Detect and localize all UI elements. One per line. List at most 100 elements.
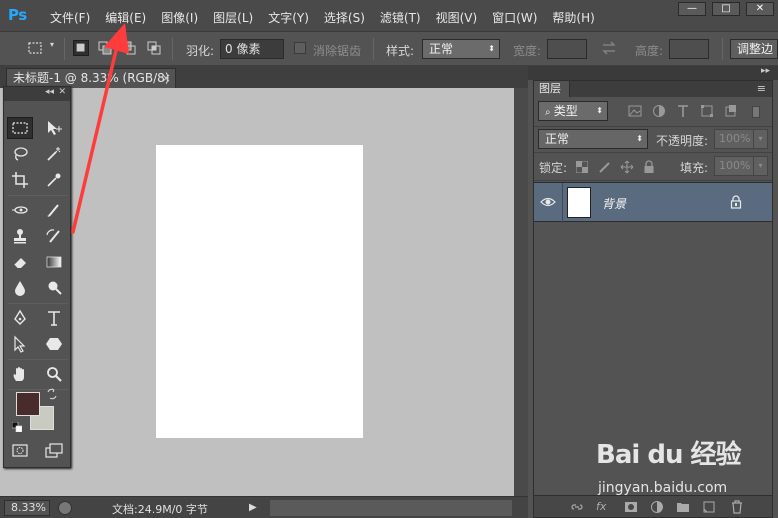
feather-input[interactable]: 0 像素 xyxy=(220,39,284,59)
maximize-button[interactable]: □ xyxy=(712,2,740,16)
layer-name[interactable]: 背景 xyxy=(602,195,626,212)
close-icon[interactable]: ✕ xyxy=(58,87,66,97)
brush-tool[interactable] xyxy=(41,199,67,221)
lock-all-icon[interactable] xyxy=(643,160,655,174)
lasso-tool[interactable] xyxy=(7,143,33,165)
hexagon-shape-icon xyxy=(46,338,62,350)
panel-menu-icon[interactable]: ≡ xyxy=(757,81,766,97)
menu-type[interactable]: 文字(Y) xyxy=(268,9,309,26)
blur-tool[interactable] xyxy=(7,277,33,299)
antialias-checkbox[interactable] xyxy=(294,42,306,54)
style-select[interactable]: 正常 ⬍ xyxy=(422,39,500,59)
foreground-color-swatch[interactable] xyxy=(16,392,40,416)
menu-filter[interactable]: 滤镜(T) xyxy=(380,9,421,26)
move-tool[interactable] xyxy=(41,117,67,139)
swap-colors-icon[interactable] xyxy=(46,388,58,400)
layer-row-background[interactable]: 背景 xyxy=(534,182,772,223)
screen-mode-tool[interactable] xyxy=(41,440,67,462)
filter-toggle[interactable] xyxy=(752,106,760,118)
menu-layer[interactable]: 图层(L) xyxy=(213,9,253,26)
history-brush-tool[interactable] xyxy=(41,225,67,247)
link-layers-icon[interactable] xyxy=(570,500,584,514)
subtract-from-selection-icon[interactable] xyxy=(121,40,137,56)
clone-stamp-tool[interactable] xyxy=(7,225,33,247)
dodge-tool[interactable] xyxy=(41,277,67,299)
minimize-button[interactable]: — xyxy=(678,2,706,16)
tools-panel-header[interactable]: ◂◂ ✕ xyxy=(4,87,70,101)
filter-adjustment-icon[interactable] xyxy=(652,104,666,118)
zoom-level-field[interactable]: 8.33% xyxy=(4,500,50,516)
filter-kind-select[interactable]: ⌕ 类型 ⬍ xyxy=(538,101,608,121)
default-colors-icon[interactable] xyxy=(11,421,23,433)
width-input[interactable] xyxy=(547,39,587,59)
screen-mode-icon xyxy=(45,443,63,458)
menu-window[interactable]: 窗口(W) xyxy=(492,9,537,26)
eyedropper-tool[interactable] xyxy=(41,169,67,191)
status-menu-arrow[interactable]: ▶ xyxy=(249,500,263,516)
watermark-url: jingyan.baidu.com xyxy=(598,480,728,496)
zoom-tool[interactable] xyxy=(41,363,67,385)
swap-dimensions-icon[interactable] xyxy=(601,40,617,56)
move-icon xyxy=(48,121,62,135)
menu-select[interactable]: 选择(S) xyxy=(324,9,365,26)
magic-wand-tool[interactable] xyxy=(41,143,67,165)
height-label: 高度: xyxy=(635,44,664,58)
lock-transparent-icon[interactable] xyxy=(575,160,589,174)
height-input[interactable] xyxy=(669,39,709,59)
filter-smart-object-icon[interactable] xyxy=(724,104,738,118)
marquee-tool-preset-icon[interactable] xyxy=(27,40,43,56)
layer-thumbnail[interactable] xyxy=(567,187,591,218)
divider xyxy=(722,38,723,60)
close-button[interactable]: ✕ xyxy=(746,2,774,16)
chevron-down-icon[interactable]: ▾ xyxy=(753,130,767,148)
opacity-input[interactable]: 100% ▾ xyxy=(714,129,768,149)
lasso-icon xyxy=(14,147,28,161)
vertical-scrollbar[interactable] xyxy=(514,88,528,496)
menu-help[interactable]: 帮助(H) xyxy=(552,9,594,26)
preset-dropdown-arrow[interactable]: ▾ xyxy=(50,40,54,49)
lock-pixels-icon[interactable] xyxy=(598,160,612,174)
path-selection-tool[interactable] xyxy=(7,333,33,355)
menu-view[interactable]: 视图(V) xyxy=(436,9,478,26)
shape-tool[interactable] xyxy=(41,333,67,355)
menu-edit[interactable]: 编辑(E) xyxy=(105,9,146,26)
panel-dock-header[interactable]: ▸▸ xyxy=(528,66,778,80)
add-to-selection-icon[interactable] xyxy=(97,40,113,56)
menu-image[interactable]: 图像(I) xyxy=(161,9,198,26)
document-canvas[interactable] xyxy=(156,145,363,438)
status-info-icon[interactable] xyxy=(58,501,72,515)
close-tab-icon[interactable]: × xyxy=(161,69,171,87)
layer-filter-row: ⌕ 类型 ⬍ xyxy=(534,97,772,127)
stamp-icon xyxy=(14,229,26,244)
collapse-panels-icon[interactable]: ▸▸ xyxy=(761,66,770,76)
type-tool[interactable] xyxy=(41,307,67,329)
tab-layers[interactable]: 图层 xyxy=(534,81,570,97)
document-tab[interactable]: 未标题-1 @ 8.33% (RGB/8) × xyxy=(6,68,176,88)
collapse-icon[interactable]: ◂◂ xyxy=(45,87,54,97)
hand-tool[interactable] xyxy=(7,363,33,385)
eraser-tool[interactable] xyxy=(7,251,33,273)
menu-file[interactable]: 文件(F) xyxy=(50,9,90,26)
style-select-value: 正常 xyxy=(429,42,454,56)
horizontal-scrollbar[interactable] xyxy=(270,500,512,516)
chevron-down-icon[interactable]: ▾ xyxy=(753,157,767,175)
new-selection-icon[interactable] xyxy=(73,40,89,56)
intersect-selection-icon[interactable] xyxy=(146,40,162,56)
refine-edge-button[interactable]: 调整边 xyxy=(730,39,778,59)
pen-tool[interactable] xyxy=(7,307,33,329)
eye-icon[interactable] xyxy=(540,195,556,209)
rectangular-marquee-tool[interactable] xyxy=(7,117,33,139)
filter-pixel-icon[interactable] xyxy=(628,104,642,118)
lock-position-icon[interactable] xyxy=(620,160,634,174)
filter-type-icon[interactable] xyxy=(676,104,690,118)
filter-shape-icon[interactable] xyxy=(700,104,714,118)
canvas-area[interactable] xyxy=(0,88,514,496)
document-size-info: 文档:24.9M/0 字节 xyxy=(112,503,208,516)
quick-mask-tool[interactable] xyxy=(7,440,33,462)
spot-healing-tool[interactable] xyxy=(7,199,33,221)
crop-tool[interactable] xyxy=(7,169,33,191)
fill-input[interactable]: 100% ▾ xyxy=(714,156,768,176)
blend-mode-select[interactable]: 正常 ⬍ xyxy=(538,129,648,149)
gradient-tool[interactable] xyxy=(41,251,67,273)
filter-kind-value: 类型 xyxy=(553,104,578,118)
